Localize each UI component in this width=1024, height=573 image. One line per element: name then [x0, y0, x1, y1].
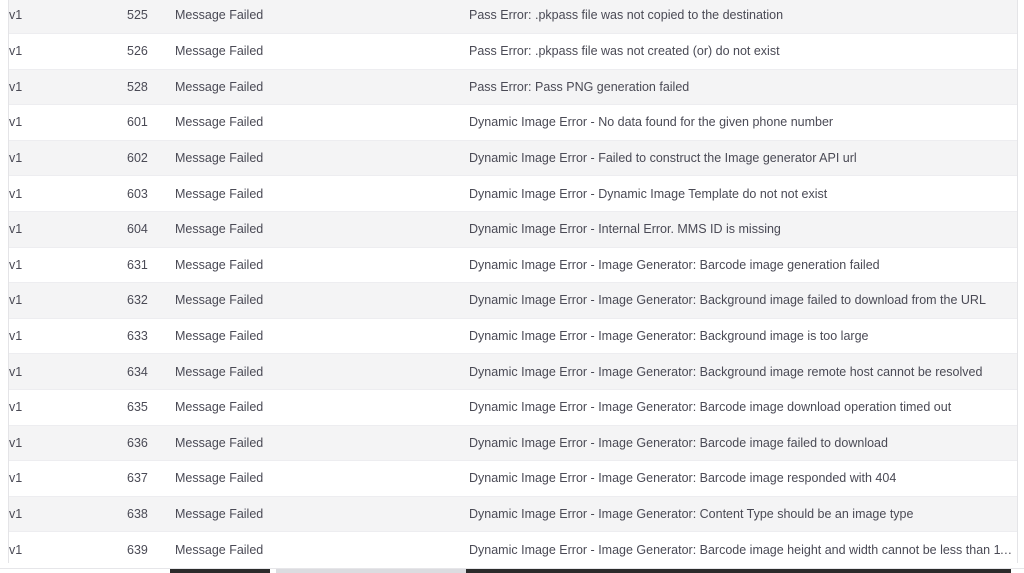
table-row[interactable]: v1635Message FailedDynamic Image Error -… — [9, 390, 1017, 426]
table-row[interactable]: v1525Message FailedPass Error: .pkpass f… — [9, 0, 1017, 34]
cell-description: Dynamic Image Error - Image Generator: C… — [469, 496, 1017, 532]
cell-code: 636 — [127, 425, 175, 461]
table-row[interactable]: v1633Message FailedDynamic Image Error -… — [9, 318, 1017, 354]
page-root: v1525Message FailedPass Error: .pkpass f… — [0, 0, 1024, 573]
cell-version: v1 — [9, 176, 127, 212]
cell-description: Dynamic Image Error - Image Generator: B… — [469, 390, 1017, 426]
cell-status: Message Failed — [175, 212, 469, 248]
table-row[interactable]: v1632Message FailedDynamic Image Error -… — [9, 283, 1017, 319]
table-row[interactable]: v1604Message FailedDynamic Image Error -… — [9, 212, 1017, 248]
cell-version: v1 — [9, 140, 127, 176]
cell-status: Message Failed — [175, 247, 469, 283]
cell-code: 637 — [127, 461, 175, 497]
cell-status: Message Failed — [175, 461, 469, 497]
error-table-scroll-region[interactable]: v1525Message FailedPass Error: .pkpass f… — [9, 0, 1017, 564]
cell-version: v1 — [9, 461, 127, 497]
table-row[interactable]: v1602Message FailedDynamic Image Error -… — [9, 140, 1017, 176]
cell-version: v1 — [9, 69, 127, 105]
table-row[interactable]: v1638Message FailedDynamic Image Error -… — [9, 496, 1017, 532]
cell-version: v1 — [9, 105, 127, 141]
cell-status: Message Failed — [175, 69, 469, 105]
cell-code: 639 — [127, 532, 175, 564]
cell-status: Message Failed — [175, 0, 469, 34]
cell-status: Message Failed — [175, 532, 469, 564]
cell-description: Dynamic Image Error - Image Generator: B… — [469, 318, 1017, 354]
cell-code: 603 — [127, 176, 175, 212]
table-row[interactable]: v1603Message FailedDynamic Image Error -… — [9, 176, 1017, 212]
cell-status: Message Failed — [175, 105, 469, 141]
cell-code: 602 — [127, 140, 175, 176]
cell-code: 634 — [127, 354, 175, 390]
scrollbar-thumb-left[interactable] — [170, 569, 270, 573]
table-row[interactable]: v1634Message FailedDynamic Image Error -… — [9, 354, 1017, 390]
cell-description: Dynamic Image Error - Image Generator: B… — [469, 461, 1017, 497]
cell-status: Message Failed — [175, 34, 469, 70]
cell-status: Message Failed — [175, 425, 469, 461]
cell-description: Dynamic Image Error - Image Generator: B… — [469, 532, 1017, 564]
cell-version: v1 — [9, 247, 127, 283]
table-row[interactable]: v1528Message FailedPass Error: Pass PNG … — [9, 69, 1017, 105]
cell-description: Pass Error: .pkpass file was not copied … — [469, 0, 1017, 34]
table-row[interactable]: v1601Message FailedDynamic Image Error -… — [9, 105, 1017, 141]
cell-code: 635 — [127, 390, 175, 426]
cell-description: Dynamic Image Error - Failed to construc… — [469, 140, 1017, 176]
cell-description: Dynamic Image Error - Image Generator: B… — [469, 283, 1017, 319]
panel-right-divider — [1017, 0, 1018, 563]
cell-version: v1 — [9, 212, 127, 248]
cell-version: v1 — [9, 318, 127, 354]
cell-version: v1 — [9, 283, 127, 319]
cell-code: 525 — [127, 0, 175, 34]
cell-status: Message Failed — [175, 390, 469, 426]
cell-version: v1 — [9, 354, 127, 390]
cell-description: Dynamic Image Error - Image Generator: B… — [469, 425, 1017, 461]
cell-description: Pass Error: .pkpass file was not created… — [469, 34, 1017, 70]
cell-description: Dynamic Image Error - Internal Error. MM… — [469, 212, 1017, 248]
cell-version: v1 — [9, 390, 127, 426]
cell-code: 601 — [127, 105, 175, 141]
cell-status: Message Failed — [175, 496, 469, 532]
cell-description: Pass Error: Pass PNG generation failed — [469, 69, 1017, 105]
scrollbar-thumb-right[interactable] — [466, 569, 1011, 573]
error-codes-table: v1525Message FailedPass Error: .pkpass f… — [9, 0, 1017, 564]
table-row[interactable]: v1636Message FailedDynamic Image Error -… — [9, 425, 1017, 461]
cell-version: v1 — [9, 34, 127, 70]
error-codes-table-body: v1525Message FailedPass Error: .pkpass f… — [9, 0, 1017, 564]
table-row[interactable]: v1526Message FailedPass Error: .pkpass f… — [9, 34, 1017, 70]
cell-status: Message Failed — [175, 354, 469, 390]
cell-code: 633 — [127, 318, 175, 354]
table-row[interactable]: v1639Message FailedDynamic Image Error -… — [9, 532, 1017, 564]
cell-version: v1 — [9, 496, 127, 532]
cell-version: v1 — [9, 425, 127, 461]
cell-code: 528 — [127, 69, 175, 105]
cell-code: 632 — [127, 283, 175, 319]
cell-description: Dynamic Image Error - Dynamic Image Temp… — [469, 176, 1017, 212]
cell-version: v1 — [9, 0, 127, 34]
cell-code: 604 — [127, 212, 175, 248]
scrollbar-track-gap[interactable] — [276, 569, 466, 573]
cell-status: Message Failed — [175, 140, 469, 176]
cell-code: 526 — [127, 34, 175, 70]
cell-code: 631 — [127, 247, 175, 283]
table-row[interactable]: v1631Message FailedDynamic Image Error -… — [9, 247, 1017, 283]
cell-description: Dynamic Image Error - Image Generator: B… — [469, 247, 1017, 283]
cell-description: Dynamic Image Error - No data found for … — [469, 105, 1017, 141]
cell-code: 638 — [127, 496, 175, 532]
cell-version: v1 — [9, 532, 127, 564]
table-row[interactable]: v1637Message FailedDynamic Image Error -… — [9, 461, 1017, 497]
horizontal-scrollbar[interactable] — [0, 564, 1024, 573]
cell-status: Message Failed — [175, 318, 469, 354]
cell-status: Message Failed — [175, 283, 469, 319]
cell-description: Dynamic Image Error - Image Generator: B… — [469, 354, 1017, 390]
cell-status: Message Failed — [175, 176, 469, 212]
